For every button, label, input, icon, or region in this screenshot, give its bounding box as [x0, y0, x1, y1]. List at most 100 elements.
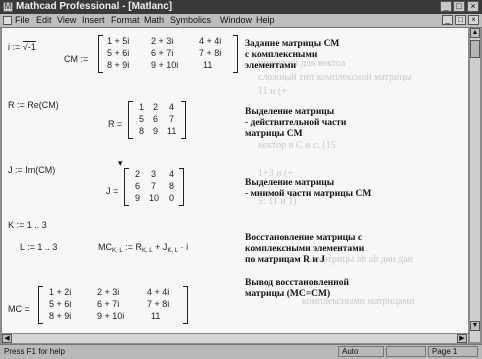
scroll-right-arrow-icon[interactable]: ▶ — [457, 334, 467, 343]
matrix-cell: 11 — [203, 60, 213, 70]
matrix-cell: 7 — [169, 114, 175, 124]
mc-assign-lhs: MC — [98, 242, 112, 252]
matrix-cell: 11 — [167, 126, 177, 136]
matrix-cell: 0 — [169, 193, 175, 203]
cm-matrix[interactable]: 1 + 5i 2 + 3i 4 + 4i 5 + 6i 6 + 7i 7 + 8… — [98, 35, 238, 73]
menu-math[interactable]: Math — [144, 14, 164, 27]
mc-subscript: K, L — [112, 248, 123, 254]
matrix-cell: 1 — [139, 102, 145, 112]
r-subscript: K, L — [141, 248, 153, 254]
status-page: Page 1 — [428, 346, 478, 357]
menu-view[interactable]: View — [57, 14, 76, 27]
i-definition-rhs: √-1 — [22, 41, 36, 52]
matrix-cell: 6 — [153, 114, 159, 124]
matrix-cell: 8 + 9i — [107, 60, 130, 70]
scroll-left-arrow-icon[interactable]: ◀ — [2, 334, 12, 343]
matrix-cell: 9 — [135, 193, 141, 203]
menu-symbolics[interactable]: Symbolics — [170, 14, 211, 27]
mc-result-lhs: MC = — [8, 304, 30, 314]
cm-note[interactable]: Задание матрицы CM с комплексными элемен… — [245, 39, 339, 72]
note-line: Выделение матрицы — [245, 178, 335, 188]
status-blank-panel — [386, 346, 426, 357]
j-note[interactable]: Выделение матрицы - мнимой части матрицы… — [245, 178, 371, 200]
matrix-cell: 2 + 3i — [151, 36, 174, 46]
menu-window[interactable]: Window — [220, 14, 252, 27]
menu-file[interactable]: File — [15, 14, 30, 27]
matrix-cell: 4 + 4i — [147, 287, 170, 297]
worksheet[interactable]: ничeский для вектоа сложный тип комплекс… — [2, 28, 468, 342]
scroll-up-arrow-icon[interactable]: ▲ — [470, 28, 480, 38]
matrix-cell: 9 — [153, 126, 159, 136]
matrix-cell: 8 + 9i — [49, 311, 72, 321]
i-definition-lhs: i := — [8, 42, 21, 52]
mc-assign-j: + J — [155, 242, 168, 252]
note-line: - действительной части — [245, 118, 347, 128]
matrix-cell: 3 — [151, 169, 157, 179]
j-definition[interactable]: J := Im(CM) — [8, 165, 55, 175]
mc-note[interactable]: Вывод восстановленной матрицы (MC=CM) — [245, 278, 349, 300]
r-note[interactable]: Выделение матрицы - действительной части… — [245, 107, 346, 140]
background-text: сложный тип комплексной матрицы — [258, 72, 412, 83]
menu-bar: File Edit View Insert Format Math Symbol… — [0, 14, 482, 28]
matrix-cell: 4 — [169, 102, 175, 112]
matrix-cell: 7 — [151, 181, 157, 191]
matrix-cell: 2 — [153, 102, 159, 112]
note-line: Выделение матрицы — [245, 107, 335, 117]
k-range-definition[interactable]: K := 1 .. 3 — [8, 220, 47, 230]
document-icon[interactable] — [3, 16, 12, 25]
status-help-text: Press F1 for help — [4, 347, 65, 356]
i-definition[interactable]: i := √-1 — [8, 41, 36, 52]
minimize-button[interactable]: _ — [440, 1, 452, 12]
status-mode: Auto — [338, 346, 384, 357]
note-line: Восстановление матрицы с — [245, 233, 363, 243]
l-note[interactable]: Восстановление матрицы с комплексными эл… — [245, 233, 364, 266]
menu-format[interactable]: Format — [111, 14, 140, 27]
note-line: Вывод восстановленной — [245, 278, 349, 288]
r-result-lhs: R = — [108, 119, 123, 129]
mc-assign-r: := R — [125, 242, 142, 252]
mathcad-app-icon[interactable]: M — [3, 2, 13, 12]
r-matrix[interactable]: 1 2 4 5 6 7 8 9 11 — [128, 101, 186, 139]
cm-definition-lhs: CM := — [64, 54, 89, 64]
matrix-cell: 5 — [139, 114, 145, 124]
matrix-cell: 9 + 10i — [97, 311, 125, 321]
menu-insert[interactable]: Insert — [82, 14, 105, 27]
matrix-cell: 2 + 3i — [97, 287, 120, 297]
doc-close-button[interactable]: × — [468, 15, 479, 25]
l-range-definition[interactable]: L := 1 .. 3 — [20, 242, 57, 252]
matrix-cell: 6 — [135, 181, 141, 191]
note-line: Задание матрицы CM — [245, 39, 340, 49]
cursor-marker: ▾ — [118, 158, 123, 168]
j-subscript: K, L — [167, 248, 179, 254]
close-button[interactable]: × — [467, 1, 479, 12]
maximize-button[interactable]: □ — [453, 1, 465, 12]
menu-edit[interactable]: Edit — [36, 14, 52, 27]
j-result-lhs: J = — [106, 186, 119, 196]
menu-help[interactable]: Help — [256, 14, 275, 27]
matrix-cell: 2 — [135, 169, 141, 179]
matrix-cell: 5 + 6i — [107, 48, 130, 58]
matrix-cell: 6 + 7i — [97, 299, 120, 309]
window-title: Mathcad Professional - [Matlanc] — [16, 1, 173, 12]
horizontal-scrollbar[interactable]: ◀ ▶ — [2, 333, 468, 343]
matrix-cell: 1 + 5i — [107, 36, 130, 46]
matrix-cell: 7 + 8i — [199, 48, 222, 58]
doc-minimize-button[interactable]: _ — [442, 15, 453, 25]
doc-restore-button[interactable]: □ — [455, 15, 466, 25]
mc-assignment[interactable]: MCK, L := RK, L + JK, L · i — [98, 242, 188, 254]
mc-assign-tail: · i — [180, 242, 189, 252]
matrix-cell: 8 — [169, 181, 175, 191]
matrix-cell: 7 + 8i — [147, 299, 170, 309]
r-definition[interactable]: R := Re(CM) — [8, 100, 59, 110]
matrix-cell: 9 + 10i — [151, 60, 179, 70]
note-line: с комплексными — [245, 50, 318, 60]
scroll-thumb[interactable] — [470, 40, 480, 58]
vertical-scrollbar[interactable]: ▲ ▼ — [469, 28, 480, 342]
j-matrix[interactable]: 2 3 4 6 7 8 9 10 0 — [124, 168, 184, 206]
note-line: по матрицам R и J — [245, 255, 325, 265]
background-text: 11 и (+ — [258, 86, 287, 97]
mc-matrix[interactable]: 1 + 2i 2 + 3i 4 + 4i 5 + 6i 6 + 7i 7 + 8… — [38, 286, 188, 324]
matrix-cell: 1 + 2i — [49, 287, 72, 297]
matrix-cell: 8 — [139, 126, 145, 136]
scroll-down-arrow-icon[interactable]: ▼ — [470, 321, 480, 331]
